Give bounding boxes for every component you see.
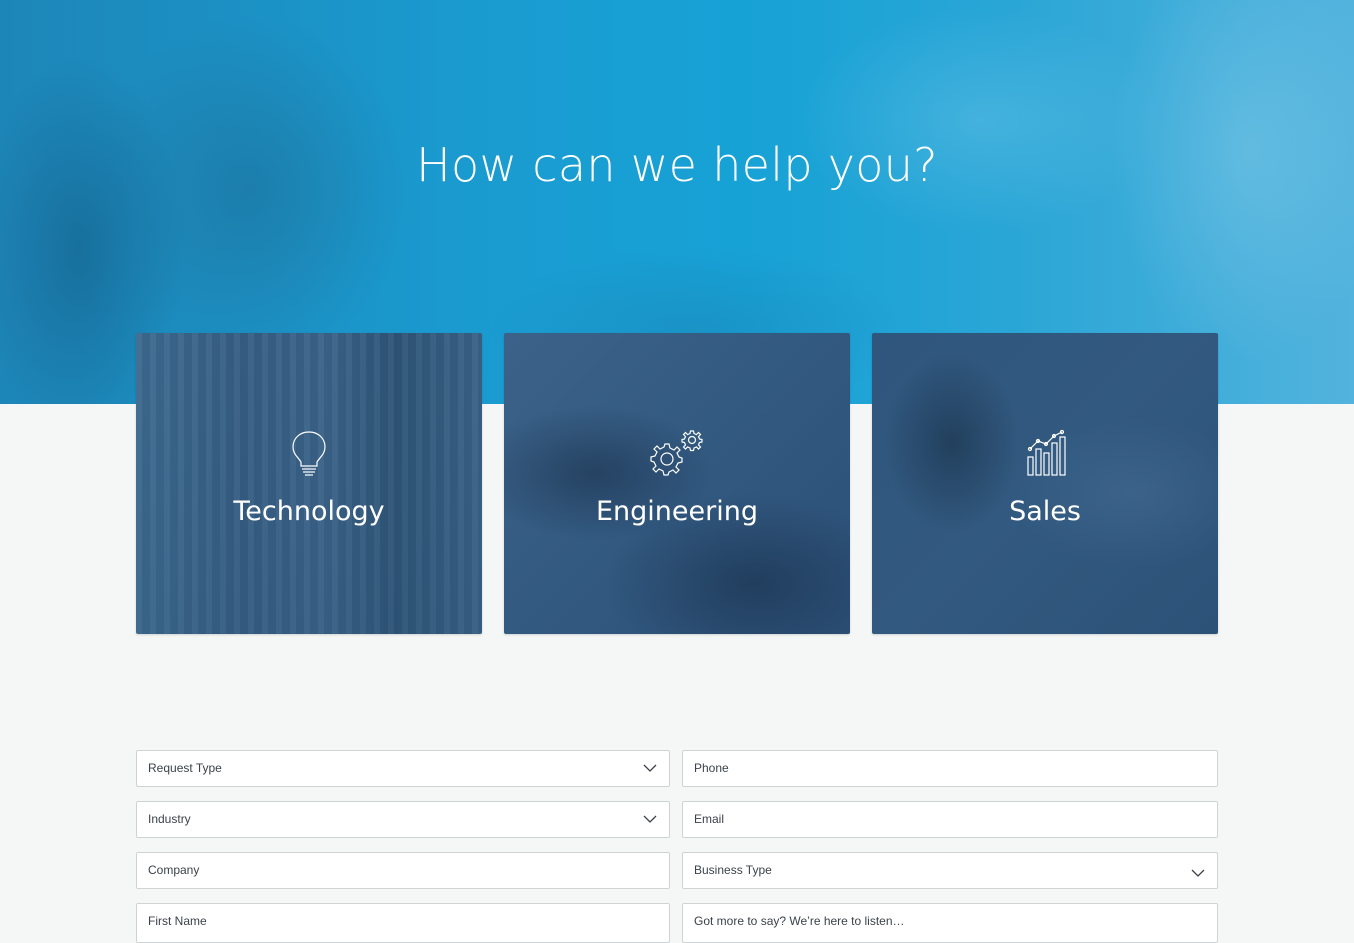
industry-label: Industry [148, 812, 191, 826]
company-placeholder: Company [148, 863, 200, 877]
email-placeholder: Email [694, 812, 725, 826]
lightbulb-icon [136, 429, 482, 479]
phone-field[interactable]: Phone [682, 750, 1218, 787]
request-type-label: Request Type [148, 761, 222, 775]
card-label-technology: Technology [233, 496, 385, 527]
business-type-select[interactable]: Business Type [682, 852, 1218, 889]
message-placeholder: Got more to say? We’re here to listen… [694, 914, 905, 928]
request-type-select[interactable]: Request Type [136, 750, 670, 787]
first-name-placeholder: First Name [148, 914, 207, 928]
gears-icon [504, 429, 850, 479]
chevron-down-icon [643, 764, 657, 772]
card-label-sales: Sales [1009, 496, 1081, 527]
business-type-label: Business Type [694, 863, 772, 877]
card-engineering[interactable]: Engineering [504, 333, 850, 634]
message-textarea[interactable]: Got more to say? We’re here to listen… [682, 903, 1218, 943]
first-name-field[interactable]: First Name [136, 903, 670, 943]
card-technology[interactable]: Technology [136, 333, 482, 634]
bar-chart-icon [872, 429, 1218, 479]
card-sales[interactable]: Sales [872, 333, 1218, 634]
phone-placeholder: Phone [694, 761, 729, 775]
hero-title: How can we help you? [416, 138, 938, 192]
chevron-down-icon [643, 815, 657, 823]
chevron-down-icon [1191, 869, 1205, 877]
industry-select[interactable]: Industry [136, 801, 670, 838]
company-field[interactable]: Company [136, 852, 670, 889]
email-field[interactable]: Email [682, 801, 1218, 838]
card-label-engineering: Engineering [596, 496, 758, 527]
